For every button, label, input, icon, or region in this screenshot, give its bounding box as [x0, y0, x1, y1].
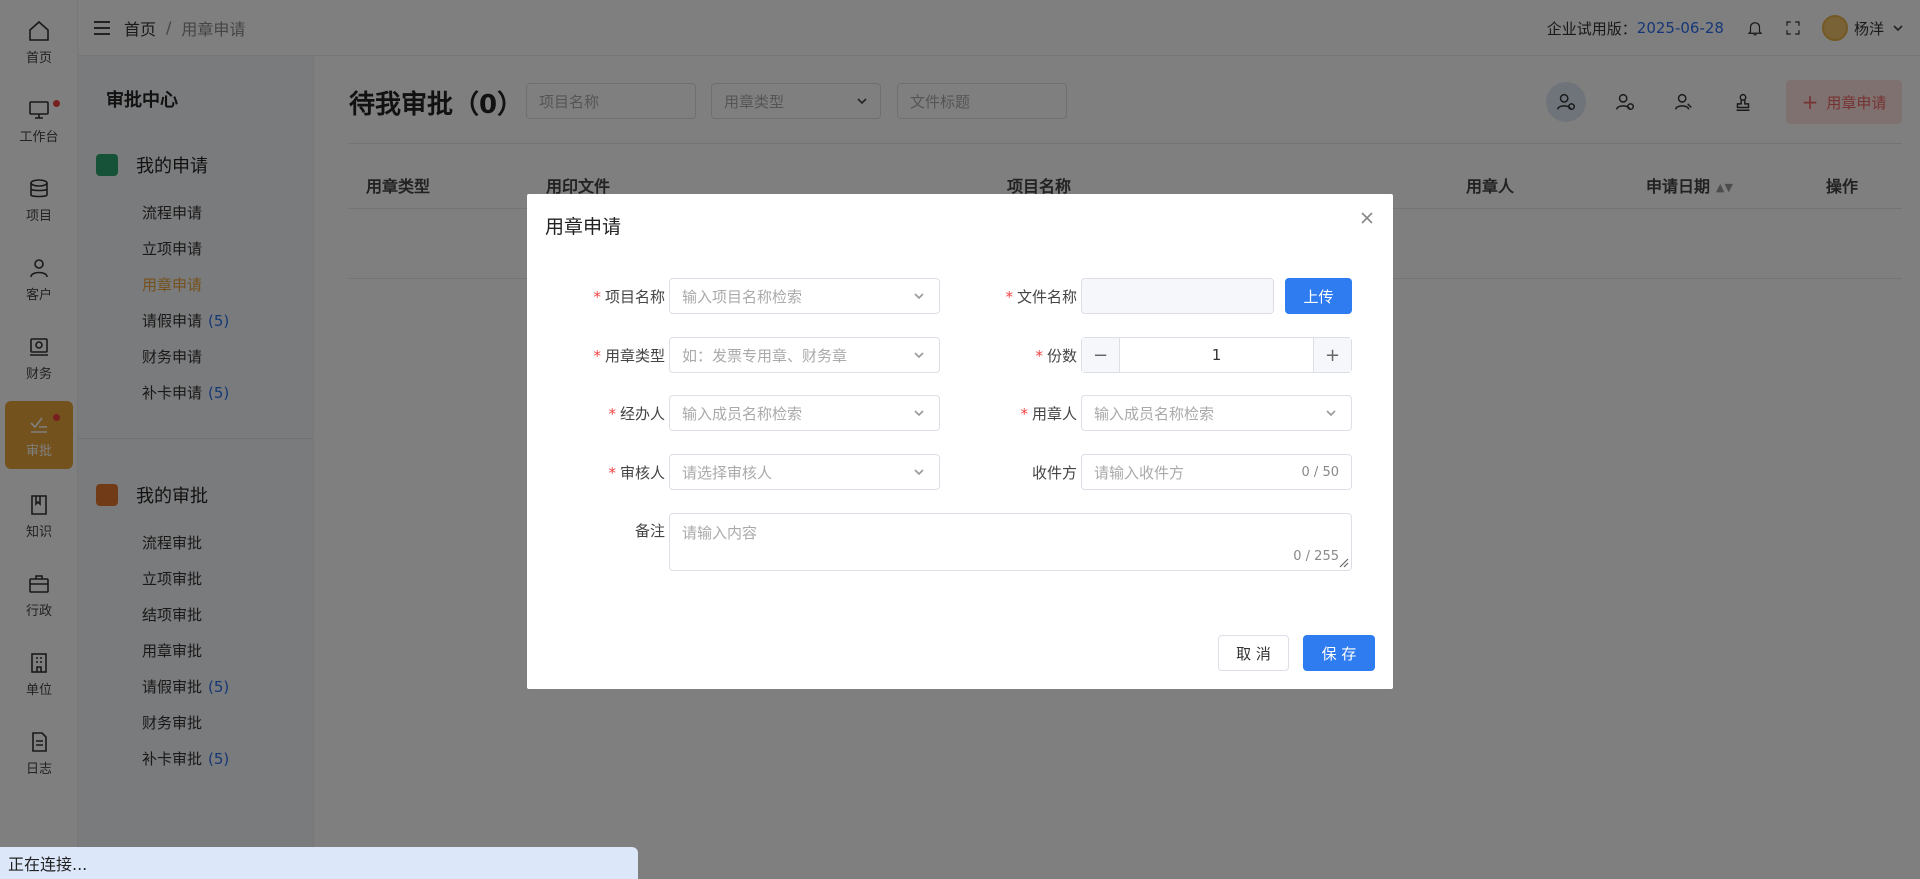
project-name-select[interactable]: 输入项目名称检索 — [669, 278, 940, 314]
copies-stepper[interactable]: − 1 + — [1081, 337, 1352, 373]
recipient-input[interactable]: 请输入收件方 0 / 50 — [1081, 454, 1352, 490]
project-name-label: * 项目名称 — [593, 288, 665, 306]
recipient-label: 收件方 — [1031, 464, 1077, 482]
upload-button[interactable]: 上传 — [1285, 278, 1352, 314]
chevron-down-icon — [914, 410, 924, 417]
reviewer-label: * 审核人 — [608, 464, 665, 482]
copies-value[interactable]: 1 — [1120, 338, 1313, 372]
save-button[interactable]: 保 存 — [1303, 635, 1375, 671]
increment-button[interactable]: + — [1313, 338, 1351, 372]
remark-label: 备注 — [634, 522, 665, 540]
copies-label: * 份数 — [1035, 347, 1077, 365]
decrement-button[interactable]: − — [1082, 338, 1120, 372]
seal-user-select[interactable]: 输入成员名称检索 — [1081, 395, 1352, 431]
file-name-label: * 文件名称 — [1005, 288, 1077, 306]
char-counter: 0 / 255 — [1293, 549, 1339, 564]
remark-textarea[interactable]: 请输入内容 0 / 255 — [669, 513, 1352, 571]
seal-application-dialog: 用章申请 * 项目名称 输入项目名称检索 * 文件名称 上传 * 用章类型 如：发票专… — [527, 194, 1393, 689]
char-counter: 0 / 50 — [1301, 464, 1339, 480]
reviewer-select[interactable]: 请选择审核人 — [669, 454, 940, 490]
seal-type-label: * 用章类型 — [593, 347, 665, 365]
handler-label: * 经办人 — [608, 405, 665, 423]
seal-user-label: * 用章人 — [1020, 405, 1077, 423]
chevron-down-icon — [914, 352, 924, 359]
close-icon[interactable] — [1359, 210, 1375, 226]
dialog-title: 用章申请 — [545, 216, 622, 238]
file-name-input[interactable] — [1081, 278, 1274, 314]
chevron-down-icon — [914, 293, 924, 300]
handler-select[interactable]: 输入成员名称检索 — [669, 395, 940, 431]
connection-status: 正在连接... — [0, 847, 638, 879]
cancel-button[interactable]: 取 消 — [1218, 635, 1289, 671]
chevron-down-icon — [1326, 410, 1336, 417]
seal-type-select[interactable]: 如：发票专用章、财务章 — [669, 337, 940, 373]
resize-handle-icon[interactable] — [1339, 558, 1349, 568]
chevron-down-icon — [914, 469, 924, 476]
